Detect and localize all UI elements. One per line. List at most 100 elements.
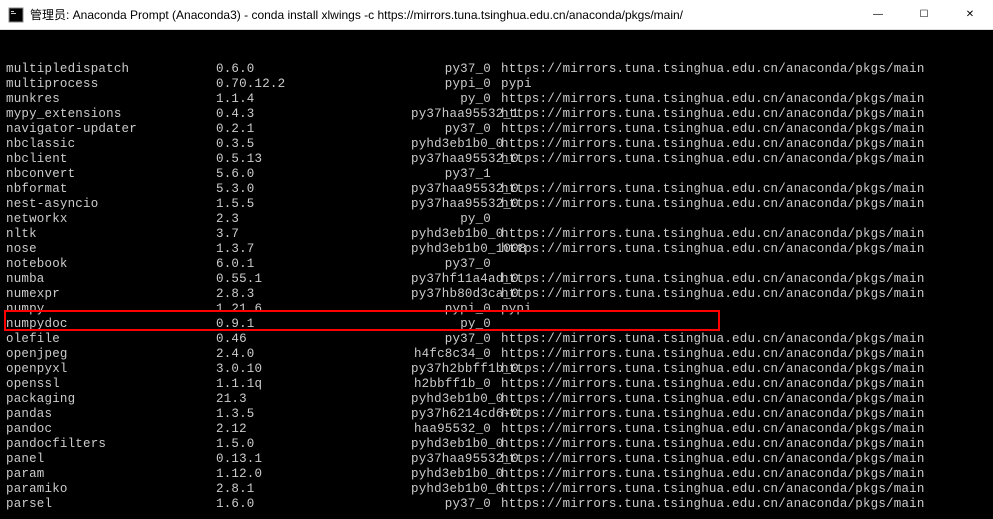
package-version: 3.7: [216, 227, 411, 242]
package-name: numba: [6, 272, 216, 287]
close-button[interactable]: ✕: [947, 0, 993, 29]
package-row: paramiko2.8.1pyhd3eb1b0_0https://mirrors…: [6, 482, 993, 497]
package-channel: https://mirrors.tuna.tsinghua.edu.cn/ana…: [491, 467, 925, 482]
package-row: panel0.13.1py37haa95532_0https://mirrors…: [6, 452, 993, 467]
package-channel: https://mirrors.tuna.tsinghua.edu.cn/ana…: [491, 182, 925, 197]
package-version: 6.0.1: [216, 257, 411, 272]
package-channel: https://mirrors.tuna.tsinghua.edu.cn/ana…: [491, 452, 925, 467]
package-version: 2.4.0: [216, 347, 411, 362]
package-version: 2.12: [216, 422, 411, 437]
package-name: parsel: [6, 497, 216, 512]
package-build: h2bbff1b_0: [411, 377, 491, 392]
package-version: 1.6.0: [216, 497, 411, 512]
package-name: pandoc: [6, 422, 216, 437]
package-row: pandocfilters1.5.0pyhd3eb1b0_0https://mi…: [6, 437, 993, 452]
package-channel: https://mirrors.tuna.tsinghua.edu.cn/ana…: [491, 242, 925, 257]
package-channel: https://mirrors.tuna.tsinghua.edu.cn/ana…: [491, 62, 925, 77]
package-name: openssl: [6, 377, 216, 392]
package-channel: https://mirrors.tuna.tsinghua.edu.cn/ana…: [491, 392, 925, 407]
package-name: nest-asyncio: [6, 197, 216, 212]
package-row: packaging21.3pyhd3eb1b0_0https://mirrors…: [6, 392, 993, 407]
package-build: pyhd3eb1b0_1008: [411, 242, 491, 257]
package-build: pyhd3eb1b0_0: [411, 467, 491, 482]
package-channel: https://mirrors.tuna.tsinghua.edu.cn/ana…: [491, 437, 925, 452]
package-name: openjpeg: [6, 347, 216, 362]
package-channel: https://mirrors.tuna.tsinghua.edu.cn/ana…: [491, 497, 925, 512]
package-build: py37h6214cd6-0: [411, 407, 491, 422]
package-build: h4fc8c34_0: [411, 347, 491, 362]
package-build: pyhd3eb1b0_0: [411, 227, 491, 242]
package-version: 5.6.0: [216, 167, 411, 182]
package-build: py37_1: [411, 167, 491, 182]
package-row: nose1.3.7pyhd3eb1b0_1008https://mirrors.…: [6, 242, 993, 257]
package-name: numpydoc: [6, 317, 216, 332]
package-version: 5.3.0: [216, 182, 411, 197]
package-version: 0.5.13: [216, 152, 411, 167]
window-titlebar: 管理员: Anaconda Prompt (Anaconda3) - conda…: [0, 0, 993, 30]
package-row: openjpeg2.4.0h4fc8c34_0https://mirrors.t…: [6, 347, 993, 362]
package-version: 1.3.7: [216, 242, 411, 257]
package-channel: https://mirrors.tuna.tsinghua.edu.cn/ana…: [491, 227, 925, 242]
package-row: nltk3.7pyhd3eb1b0_0https://mirrors.tuna.…: [6, 227, 993, 242]
package-name: numexpr: [6, 287, 216, 302]
package-build: pyhd3eb1b0_0: [411, 392, 491, 407]
package-version: 1.1.1q: [216, 377, 411, 392]
maximize-button[interactable]: ☐: [901, 0, 947, 29]
terminal-output[interactable]: multipledispatch0.6.0py37_0https://mirro…: [0, 30, 993, 519]
window-controls: — ☐ ✕: [855, 0, 993, 29]
package-build: py37_0: [411, 257, 491, 272]
package-row: parsel1.6.0py37_0https://mirrors.tuna.ts…: [6, 497, 993, 512]
package-row: multiprocess0.70.12.2pypi_0pypi: [6, 77, 993, 92]
minimize-button[interactable]: —: [855, 0, 901, 29]
package-channel: https://mirrors.tuna.tsinghua.edu.cn/ana…: [491, 272, 925, 287]
package-build: py37h2bbff1b_0: [411, 362, 491, 377]
package-row: notebook6.0.1py37_0: [6, 257, 993, 272]
package-version: 0.9.1: [216, 317, 411, 332]
package-version: 1.21.6: [216, 302, 411, 317]
package-build: py37haa95532_0: [411, 182, 491, 197]
package-name: nose: [6, 242, 216, 257]
package-version: 1.3.5: [216, 407, 411, 422]
package-build: pyhd3eb1b0_0: [411, 482, 491, 497]
package-name: networkx: [6, 212, 216, 227]
package-name: munkres: [6, 92, 216, 107]
package-build: haa95532_0: [411, 422, 491, 437]
package-row: networkx2.3py_0: [6, 212, 993, 227]
package-build: py37haa95532_1: [411, 107, 491, 122]
package-channel: https://mirrors.tuna.tsinghua.edu.cn/ana…: [491, 332, 925, 347]
package-row: numba0.55.1py37hf11a4ad_0https://mirrors…: [6, 272, 993, 287]
package-channel: https://mirrors.tuna.tsinghua.edu.cn/ana…: [491, 107, 925, 122]
package-name: param: [6, 467, 216, 482]
package-row: navigator-updater0.2.1py37_0https://mirr…: [6, 122, 993, 137]
package-build: py37hf11a4ad_0: [411, 272, 491, 287]
package-channel: https://mirrors.tuna.tsinghua.edu.cn/ana…: [491, 362, 925, 377]
package-name: notebook: [6, 257, 216, 272]
package-build: pyhd3eb1b0_0: [411, 437, 491, 452]
package-build: py37haa95532_0: [411, 152, 491, 167]
package-row: pandas1.3.5py37h6214cd6-0https://mirrors…: [6, 407, 993, 422]
package-name: multiprocess: [6, 77, 216, 92]
package-channel: https://mirrors.tuna.tsinghua.edu.cn/ana…: [491, 92, 925, 107]
package-version: 0.46: [216, 332, 411, 347]
package-name: paramiko: [6, 482, 216, 497]
package-row: pandoc2.12haa95532_0https://mirrors.tuna…: [6, 422, 993, 437]
package-build: pypi_0: [411, 302, 491, 317]
package-version: 0.6.0: [216, 62, 411, 77]
package-version: 1.5.5: [216, 197, 411, 212]
package-row: nbformat5.3.0py37haa95532_0https://mirro…: [6, 182, 993, 197]
package-channel: https://mirrors.tuna.tsinghua.edu.cn/ana…: [491, 287, 925, 302]
package-build: py_0: [411, 212, 491, 227]
package-channel: https://mirrors.tuna.tsinghua.edu.cn/ana…: [491, 197, 925, 212]
package-version: 1.12.0: [216, 467, 411, 482]
package-build: py_0: [411, 317, 491, 332]
package-channel: https://mirrors.tuna.tsinghua.edu.cn/ana…: [491, 377, 925, 392]
package-name: olefile: [6, 332, 216, 347]
package-name: packaging: [6, 392, 216, 407]
package-version: 1.5.0: [216, 437, 411, 452]
package-version: 2.3: [216, 212, 411, 227]
package-build: py37haa95532_0: [411, 197, 491, 212]
package-build: pypi_0: [411, 77, 491, 92]
package-name: navigator-updater: [6, 122, 216, 137]
package-channel: https://mirrors.tuna.tsinghua.edu.cn/ana…: [491, 137, 925, 152]
package-row: openpyxl3.0.10py37h2bbff1b_0https://mirr…: [6, 362, 993, 377]
